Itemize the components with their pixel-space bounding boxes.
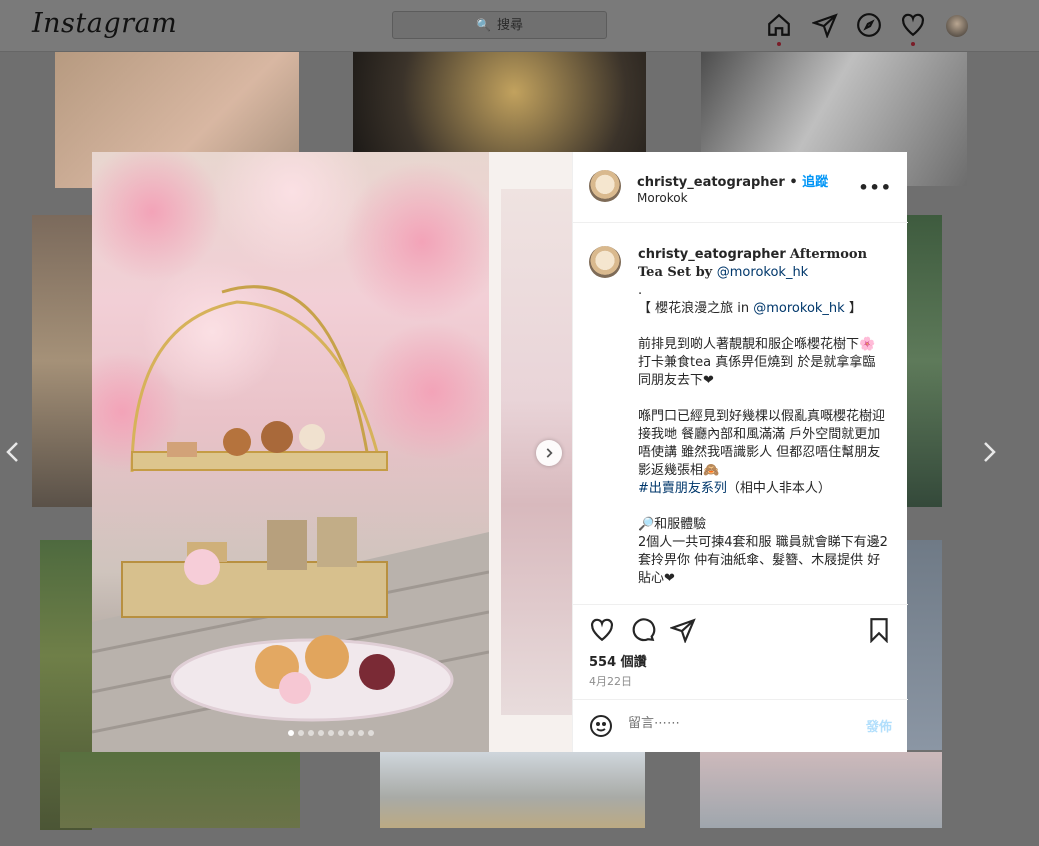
carousel-dot bbox=[298, 730, 304, 736]
separator-dot: • bbox=[789, 175, 798, 190]
home-notification-dot bbox=[777, 42, 781, 46]
grid-thumbnail[interactable] bbox=[907, 540, 942, 750]
search-placeholder: 搜尋 bbox=[496, 18, 523, 33]
post-side-panel: christy_eatographer • 追蹤 Morokok ••• chr… bbox=[572, 152, 908, 752]
carousel-dot bbox=[318, 730, 324, 736]
home-icon[interactable] bbox=[766, 12, 794, 46]
comment-input[interactable] bbox=[628, 716, 828, 731]
carousel-dot bbox=[308, 730, 314, 736]
post-modal: christy_eatographer • 追蹤 Morokok ••• chr… bbox=[92, 152, 908, 752]
post-photo bbox=[92, 152, 489, 752]
top-navigation: Instagram 🔍 搜尋 bbox=[0, 0, 1039, 52]
caption-username[interactable]: christy_eatographer bbox=[638, 247, 786, 262]
author-avatar[interactable] bbox=[589, 170, 621, 202]
profile-avatar[interactable] bbox=[946, 15, 968, 37]
caption-paragraph: 喺門口已經見到好幾棵以假亂真嘅櫻花樹迎接我哋 餐廳內部和風滿滿 戶外空間就更加唔… bbox=[638, 409, 886, 478]
activity-notification-dot bbox=[911, 42, 915, 46]
grid-thumbnail[interactable] bbox=[32, 215, 92, 507]
caption-paragraph: 2個人一共可揀4套和服 職員就會睇下有邊2套拎畀你 仲有油紙傘、髮簪、木屐提供 … bbox=[638, 535, 888, 586]
caption-paragraph: 前排見到啲人著靚靚和服企喺櫻花樹下🌸打卡兼食tea 真係畀佢燒到 於是就拿拿臨同… bbox=[638, 337, 876, 388]
post-date[interactable]: 4月22日 bbox=[589, 673, 632, 689]
caption-theme-prefix: 【 櫻花浪漫之旅 in bbox=[638, 301, 754, 316]
caption-theme-mention[interactable]: @morokok_hk bbox=[753, 301, 844, 316]
caption-mention[interactable]: @morokok_hk bbox=[717, 265, 808, 280]
post-actions: 554 個讚 4月22日 bbox=[573, 604, 908, 699]
grid-thumbnail[interactable] bbox=[380, 752, 645, 828]
likes-count[interactable]: 554 個讚 bbox=[589, 651, 647, 670]
grid-thumbnail[interactable] bbox=[700, 752, 942, 828]
instagram-logo[interactable]: Instagram bbox=[32, 8, 177, 39]
author-line: christy_eatographer • 追蹤 bbox=[637, 171, 828, 190]
emoji-icon[interactable] bbox=[589, 714, 615, 740]
carousel-dot bbox=[338, 730, 344, 736]
caption-dot: . bbox=[638, 283, 643, 298]
carousel-dot bbox=[348, 730, 354, 736]
caption-hashtag-suffix: （相中人非本人） bbox=[726, 481, 831, 496]
carousel-dot bbox=[288, 730, 294, 736]
carousel-dot bbox=[328, 730, 334, 736]
post-header: christy_eatographer • 追蹤 Morokok ••• bbox=[573, 152, 908, 223]
comment-bar: 發佈 bbox=[573, 699, 908, 752]
grid-thumbnail[interactable] bbox=[907, 215, 942, 507]
grid-thumbnail[interactable] bbox=[353, 52, 646, 152]
caption-section-title: 🔎和服體驗 bbox=[638, 517, 707, 532]
caption-avatar[interactable] bbox=[589, 246, 621, 278]
caption-theme-suffix: 】 bbox=[844, 301, 862, 316]
post-media-carousel[interactable] bbox=[92, 152, 572, 752]
activity-heart-icon[interactable] bbox=[900, 12, 928, 46]
post-location[interactable]: Morokok bbox=[637, 191, 688, 205]
carousel-next-chevron-right-icon[interactable] bbox=[536, 440, 562, 466]
explore-icon[interactable] bbox=[856, 12, 884, 40]
next-post-chevron-right-icon[interactable] bbox=[976, 440, 1000, 464]
share-icon[interactable] bbox=[668, 617, 696, 644]
bookmark-icon[interactable] bbox=[866, 617, 892, 644]
carousel-dot bbox=[368, 730, 374, 736]
comment-icon[interactable] bbox=[630, 617, 656, 643]
heart-icon[interactable] bbox=[589, 617, 615, 643]
direct-icon[interactable] bbox=[810, 12, 840, 40]
post-comment-button[interactable]: 發佈 bbox=[866, 716, 892, 735]
caption-text: christy_eatographer Aftermoon Tea Set by… bbox=[638, 246, 888, 588]
post-caption: christy_eatographer Aftermoon Tea Set by… bbox=[573, 224, 908, 604]
author-username[interactable]: christy_eatographer bbox=[637, 175, 785, 190]
caption-hashtag[interactable]: #出賣朋友系列 bbox=[638, 481, 727, 496]
carousel-dot bbox=[358, 730, 364, 736]
search-input[interactable]: 🔍 搜尋 bbox=[392, 11, 607, 39]
previous-post-chevron-left-icon[interactable] bbox=[2, 440, 26, 464]
search-icon: 🔍 bbox=[476, 18, 491, 32]
more-icon[interactable]: ••• bbox=[858, 178, 892, 197]
follow-button[interactable]: 追蹤 bbox=[802, 175, 828, 190]
grid-thumbnail[interactable] bbox=[60, 752, 300, 828]
carousel-indicator bbox=[288, 730, 374, 736]
